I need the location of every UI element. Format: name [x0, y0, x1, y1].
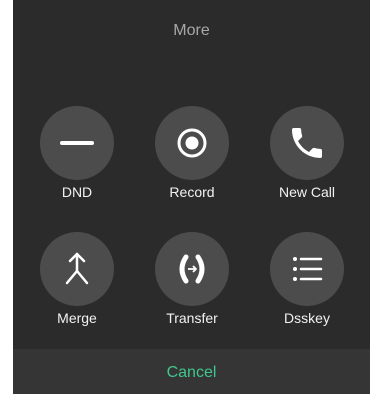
dnd-circle[interactable] — [40, 106, 114, 180]
new-call-circle[interactable] — [270, 106, 344, 180]
list-icon — [293, 257, 323, 281]
transfer-icon — [179, 254, 205, 284]
merge-icon — [65, 252, 89, 285]
transfer-button[interactable]: Transfer — [142, 232, 242, 338]
new-call-button[interactable]: New Call — [257, 106, 357, 212]
record-circle[interactable] — [155, 106, 229, 180]
dialog-footer: Cancel — [13, 349, 370, 394]
dsskey-label: Dsskey — [284, 310, 330, 326]
record-label: Record — [169, 184, 215, 200]
record-icon — [177, 128, 207, 158]
dialog-title: More — [173, 22, 210, 39]
dnd-label: DND — [61, 184, 93, 200]
dsskey-circle[interactable] — [270, 232, 344, 306]
new-call-label: New Call — [278, 184, 335, 200]
record-button[interactable]: Record — [142, 106, 242, 212]
dsskey-button[interactable]: Dsskey — [257, 232, 357, 338]
dnd-button[interactable]: DND — [27, 106, 127, 212]
transfer-circle[interactable] — [155, 232, 229, 306]
merge-circle[interactable] — [40, 232, 114, 306]
phone-icon — [292, 128, 322, 158]
merge-button[interactable]: Merge — [27, 232, 127, 338]
minus-icon — [60, 141, 94, 145]
cancel-button[interactable]: Cancel — [13, 349, 370, 394]
more-dialog: More DND Record New Call Merge Transfer … — [13, 0, 370, 394]
transfer-label: Transfer — [166, 310, 218, 326]
merge-label: Merge — [57, 310, 97, 326]
